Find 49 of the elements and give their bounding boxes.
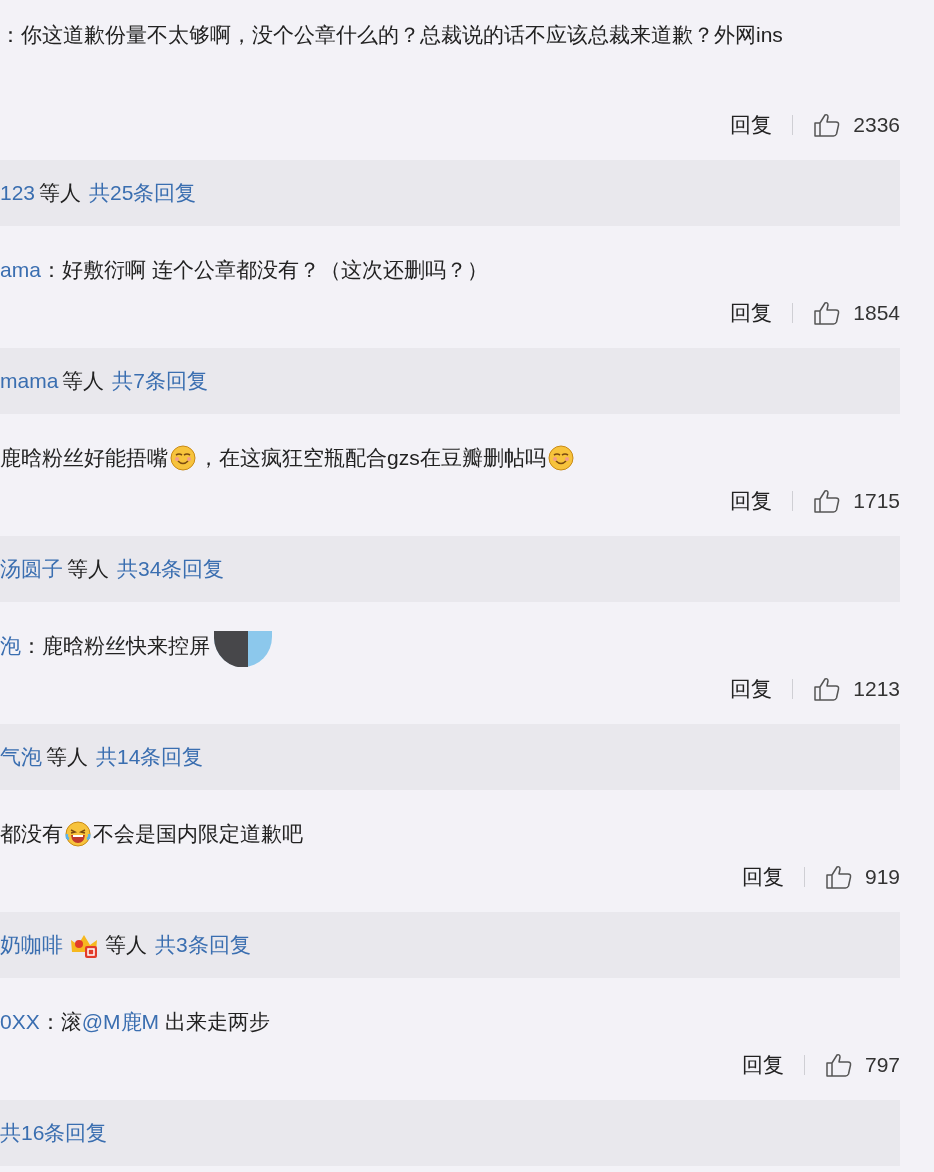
- thumbs-up-icon[interactable]: [813, 112, 842, 138]
- reply-count-link[interactable]: 共3条回复: [155, 931, 251, 959]
- user-name-link[interactable]: 气泡: [0, 742, 42, 772]
- comment-text: ，在这疯狂空瓶配合gzs在豆瓣删帖吗: [198, 445, 546, 471]
- user-name-link[interactable]: mama: [0, 366, 59, 396]
- others-label: 等人: [67, 556, 109, 582]
- reply-count-link[interactable]: 共16条回复: [0, 1119, 108, 1147]
- user-name-link[interactable]: 奶咖啡: [0, 930, 63, 960]
- others-label: 等人: [62, 368, 105, 394]
- reply-link[interactable]: 回复: [730, 299, 773, 327]
- comment-text: ：你这道歉份量不太够啊，没个公章什么的？总裁说的话不应该总裁来道歉？外网ins: [0, 22, 783, 48]
- like-count: 1213: [853, 677, 900, 701]
- thumbs-up-icon[interactable]: [824, 864, 853, 890]
- comment-text: ：鹿晗粉丝快来控屏: [21, 633, 210, 659]
- comment-text: 不会是国内限定道歉吧: [93, 821, 303, 847]
- mention-link[interactable]: @M鹿M: [81, 1007, 159, 1037]
- user-name-link[interactable]: 123: [0, 178, 36, 208]
- user-name-link[interactable]: 0XX: [0, 1007, 40, 1037]
- thumbs-up-icon[interactable]: [824, 1052, 853, 1078]
- comment-text: ：滚: [39, 1009, 82, 1035]
- others-label: 等人: [105, 932, 147, 958]
- like-count: 1854: [853, 301, 900, 325]
- comment-text: 鹿晗粉丝好能捂嘴: [0, 445, 168, 471]
- like-count: 797: [864, 1053, 900, 1077]
- redaction-mark: [214, 631, 272, 667]
- thumbs-up-icon[interactable]: [813, 488, 842, 514]
- reply-count-link[interactable]: 共25条回复: [89, 179, 197, 207]
- user-name-link[interactable]: ama: [0, 255, 41, 285]
- like-count: 919: [864, 865, 900, 889]
- reply-link[interactable]: 回复: [730, 675, 773, 703]
- reply-link[interactable]: 回复: [741, 1051, 784, 1079]
- reply-count-link[interactable]: 共7条回复: [112, 367, 209, 395]
- reply-link[interactable]: 回复: [730, 111, 773, 139]
- user-name-link[interactable]: 汤圆子: [0, 554, 63, 584]
- user-name-link[interactable]: 泡: [0, 631, 21, 661]
- laughing-emoji-icon: [65, 821, 91, 847]
- comment-text: ：好敷衍啊 连个公章都没有？（这次还删吗？）: [40, 257, 488, 283]
- comment-text: 都没有: [0, 821, 63, 847]
- comment-text: 出来走两步: [163, 1009, 270, 1035]
- reply-link[interactable]: 回复: [741, 863, 784, 891]
- like-count: 1715: [853, 489, 900, 513]
- others-label: 等人: [39, 180, 82, 206]
- thumbs-up-icon[interactable]: [813, 300, 842, 326]
- reply-count-link[interactable]: 共14条回复: [96, 743, 204, 771]
- others-label: 等人: [46, 744, 88, 770]
- like-count: 2336: [853, 113, 900, 137]
- reply-count-link[interactable]: 共34条回复: [117, 555, 225, 583]
- thumbs-up-icon[interactable]: [813, 676, 842, 702]
- reply-link[interactable]: 回复: [730, 487, 773, 515]
